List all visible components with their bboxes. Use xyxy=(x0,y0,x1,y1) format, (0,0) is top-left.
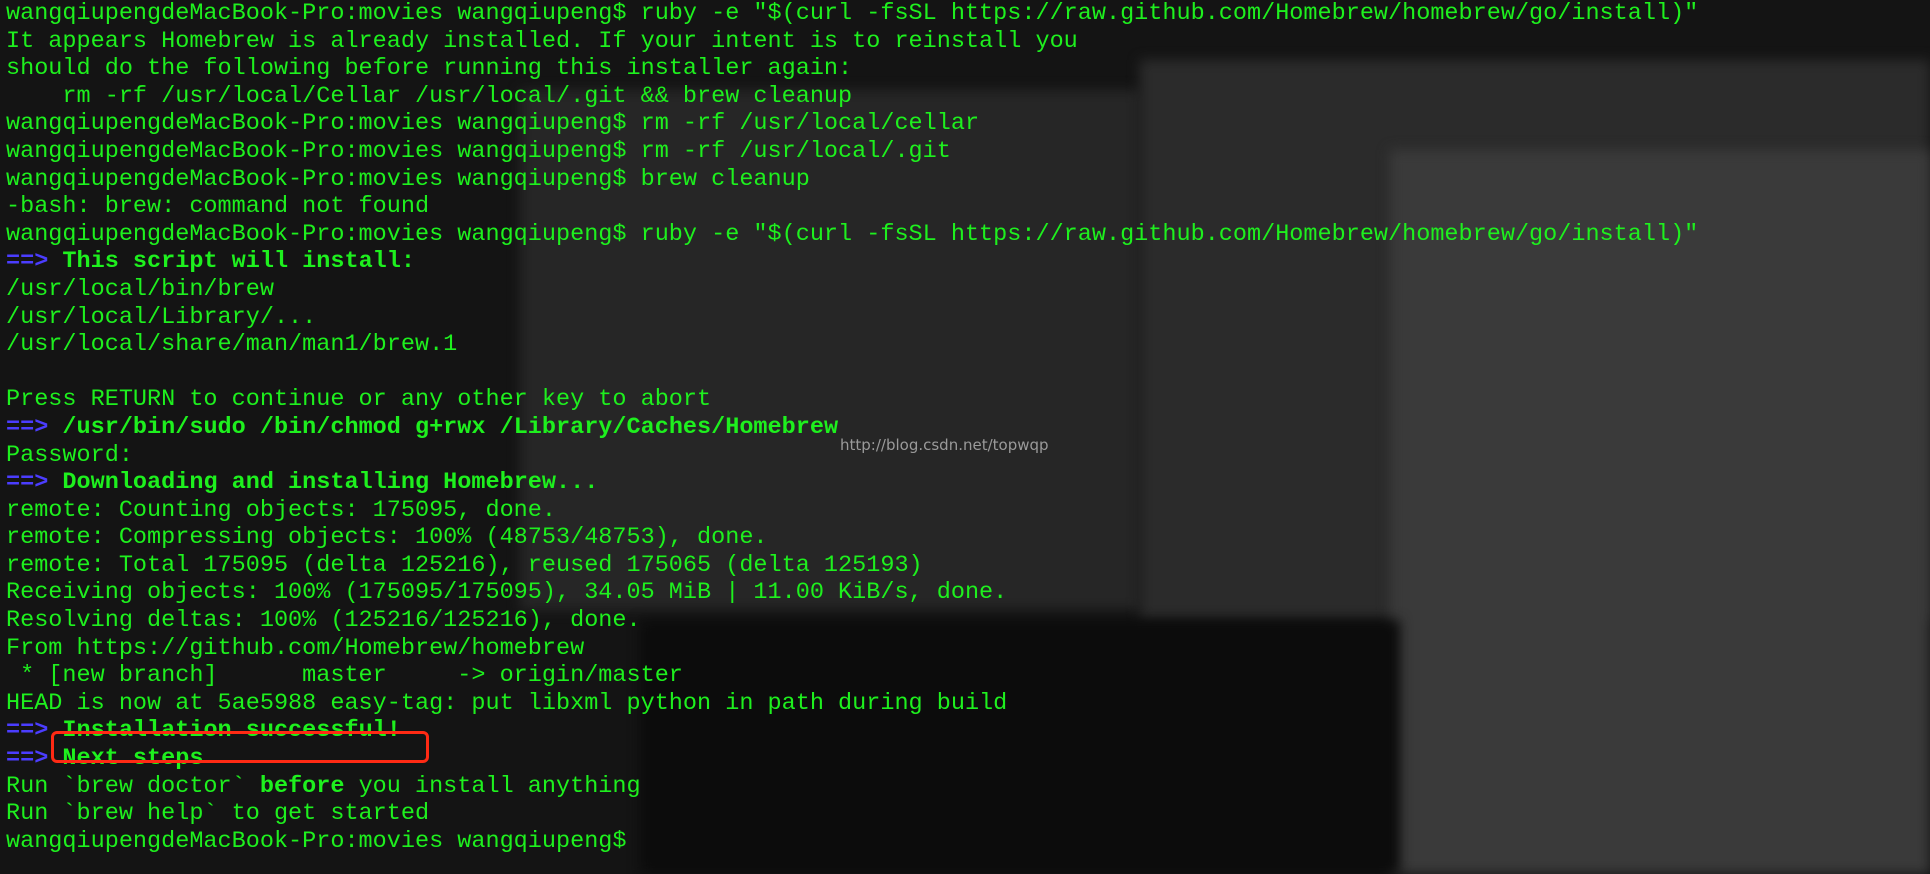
terminal-line: should do the following before running t… xyxy=(6,55,853,83)
terminal-line: Receiving objects: 100% (175095/175095),… xyxy=(6,579,1008,607)
terminal-line: /usr/local/bin/brew xyxy=(6,275,274,303)
terminal-line: /usr/local/share/man/man1/brew.1 xyxy=(6,331,458,359)
terminal-heading: Downloading and installing Homebrew... xyxy=(62,469,599,497)
terminal-line: HEAD is now at 5ae5988 easy-tag: put lib… xyxy=(6,689,1008,717)
terminal-line: remote: Counting objects: 175095, done. xyxy=(6,496,556,524)
terminal-text: you install anything xyxy=(344,772,641,800)
arrow-icon: ==> xyxy=(6,248,49,276)
arrow-icon: ==> xyxy=(6,717,49,745)
terminal-line: wangqiupengdeMacBook-Pro:movies wangqiup… xyxy=(6,0,1699,27)
terminal-line: Resolving deltas: 100% (125216/125216), … xyxy=(6,607,641,635)
terminal-line: Run `brew help` to get started xyxy=(6,800,430,828)
terminal-heading: This script will install: xyxy=(62,248,415,276)
terminal-line: remote: Compressing objects: 100% (48753… xyxy=(6,524,768,552)
terminal-line: ==> /usr/bin/sudo /bin/chmod g+rwx /Libr… xyxy=(6,414,1698,442)
terminal-line: ==> Downloading and installing Homebrew.… xyxy=(6,469,1698,497)
terminal-line: * [new branch] master -> origin/master xyxy=(6,662,683,690)
terminal-heading: /usr/bin/sudo /bin/chmod g+rwx /Library/… xyxy=(62,413,839,441)
terminal-line: rm -rf /usr/local/Cellar /usr/local/.git… xyxy=(6,82,853,110)
terminal-text: before xyxy=(259,772,345,800)
terminal-line: From https://github.com/Homebrew/homebre… xyxy=(6,634,585,662)
terminal-line: ==> This script will install: xyxy=(6,248,1698,276)
highlight-box xyxy=(51,731,429,763)
terminal-line: -bash: brew: command not found xyxy=(6,193,430,221)
terminal-line: wangqiupengdeMacBook-Pro:movies wangqiup… xyxy=(6,827,627,855)
terminal-line: wangqiupengdeMacBook-Pro:movies wangqiup… xyxy=(6,220,1699,248)
terminal-line: Run `brew doctor` before you install any… xyxy=(6,773,1698,801)
terminal-line: Press RETURN to continue or any other ke… xyxy=(6,386,712,414)
terminal-line: wangqiupengdeMacBook-Pro:movies wangqiup… xyxy=(6,110,980,138)
terminal-line: Password: xyxy=(6,441,133,469)
arrow-icon: ==> xyxy=(6,413,49,441)
terminal-line: wangqiupengdeMacBook-Pro:movies wangqiup… xyxy=(6,137,951,165)
terminal-line: It appears Homebrew is already installed… xyxy=(6,27,1078,55)
terminal-output[interactable]: wangqiupengdeMacBook-Pro:movies wangqiup… xyxy=(6,0,1698,855)
arrow-icon: ==> xyxy=(6,745,49,773)
terminal-line: remote: Total 175095 (delta 125216), reu… xyxy=(6,551,923,579)
terminal-text: Run `brew doctor` xyxy=(6,772,260,800)
terminal-line: wangqiupengdeMacBook-Pro:movies wangqiup… xyxy=(6,165,810,193)
terminal-line: /usr/local/Library/... xyxy=(6,303,317,331)
arrow-icon: ==> xyxy=(6,469,49,497)
